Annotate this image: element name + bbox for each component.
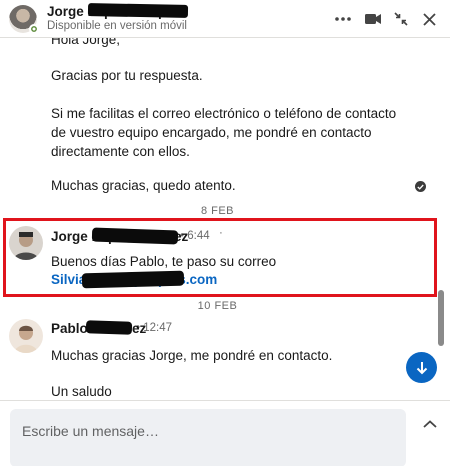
message-text: Muchas gracias Jorge, me pondré en conta… xyxy=(51,348,333,363)
expand-composer-button[interactable] xyxy=(419,413,441,435)
highlight-box xyxy=(3,218,437,297)
redaction-bar xyxy=(87,3,189,18)
message-text: Muchas gracias, quedo atento. xyxy=(51,178,236,193)
message-time: • 12:47 xyxy=(136,322,173,334)
date-separator: 10 FEB xyxy=(197,300,238,312)
close-icon[interactable] xyxy=(418,8,440,30)
message-input[interactable]: Escribe un mensaje… xyxy=(10,409,406,466)
more-icon[interactable] xyxy=(332,8,354,30)
date-separator: 8 FEB xyxy=(200,205,235,217)
message-text: Hola Jorge, xyxy=(51,38,121,47)
message-text: Si me facilitas el correo electrónico o … xyxy=(51,106,397,121)
redaction-bar xyxy=(85,320,133,335)
message-text: Un saludo xyxy=(51,384,112,399)
presence-indicator xyxy=(29,24,39,34)
read-receipt-icon xyxy=(415,181,426,192)
message-text: Gracias por tu respuesta. xyxy=(51,68,203,83)
avatar[interactable] xyxy=(9,319,43,353)
message-text: directamente con ellos. xyxy=(51,144,190,159)
contact-status: Disponible en versión móvil xyxy=(47,20,187,32)
conversation-header: Jorge López Vázquez Disponible en versió… xyxy=(0,0,450,38)
video-icon[interactable] xyxy=(362,8,384,30)
scrollbar[interactable] xyxy=(438,290,444,346)
message-composer: Escribe un mensaje… xyxy=(0,400,450,466)
message-text: de vuestro equipo encargado, me pondré e… xyxy=(51,125,372,140)
message-input-placeholder: Escribe un mensaje… xyxy=(22,423,159,439)
scroll-to-bottom-button[interactable] xyxy=(406,352,437,383)
arrow-down-icon xyxy=(416,361,427,374)
chevron-up-icon xyxy=(423,420,437,428)
minimize-icon[interactable] xyxy=(390,8,412,30)
